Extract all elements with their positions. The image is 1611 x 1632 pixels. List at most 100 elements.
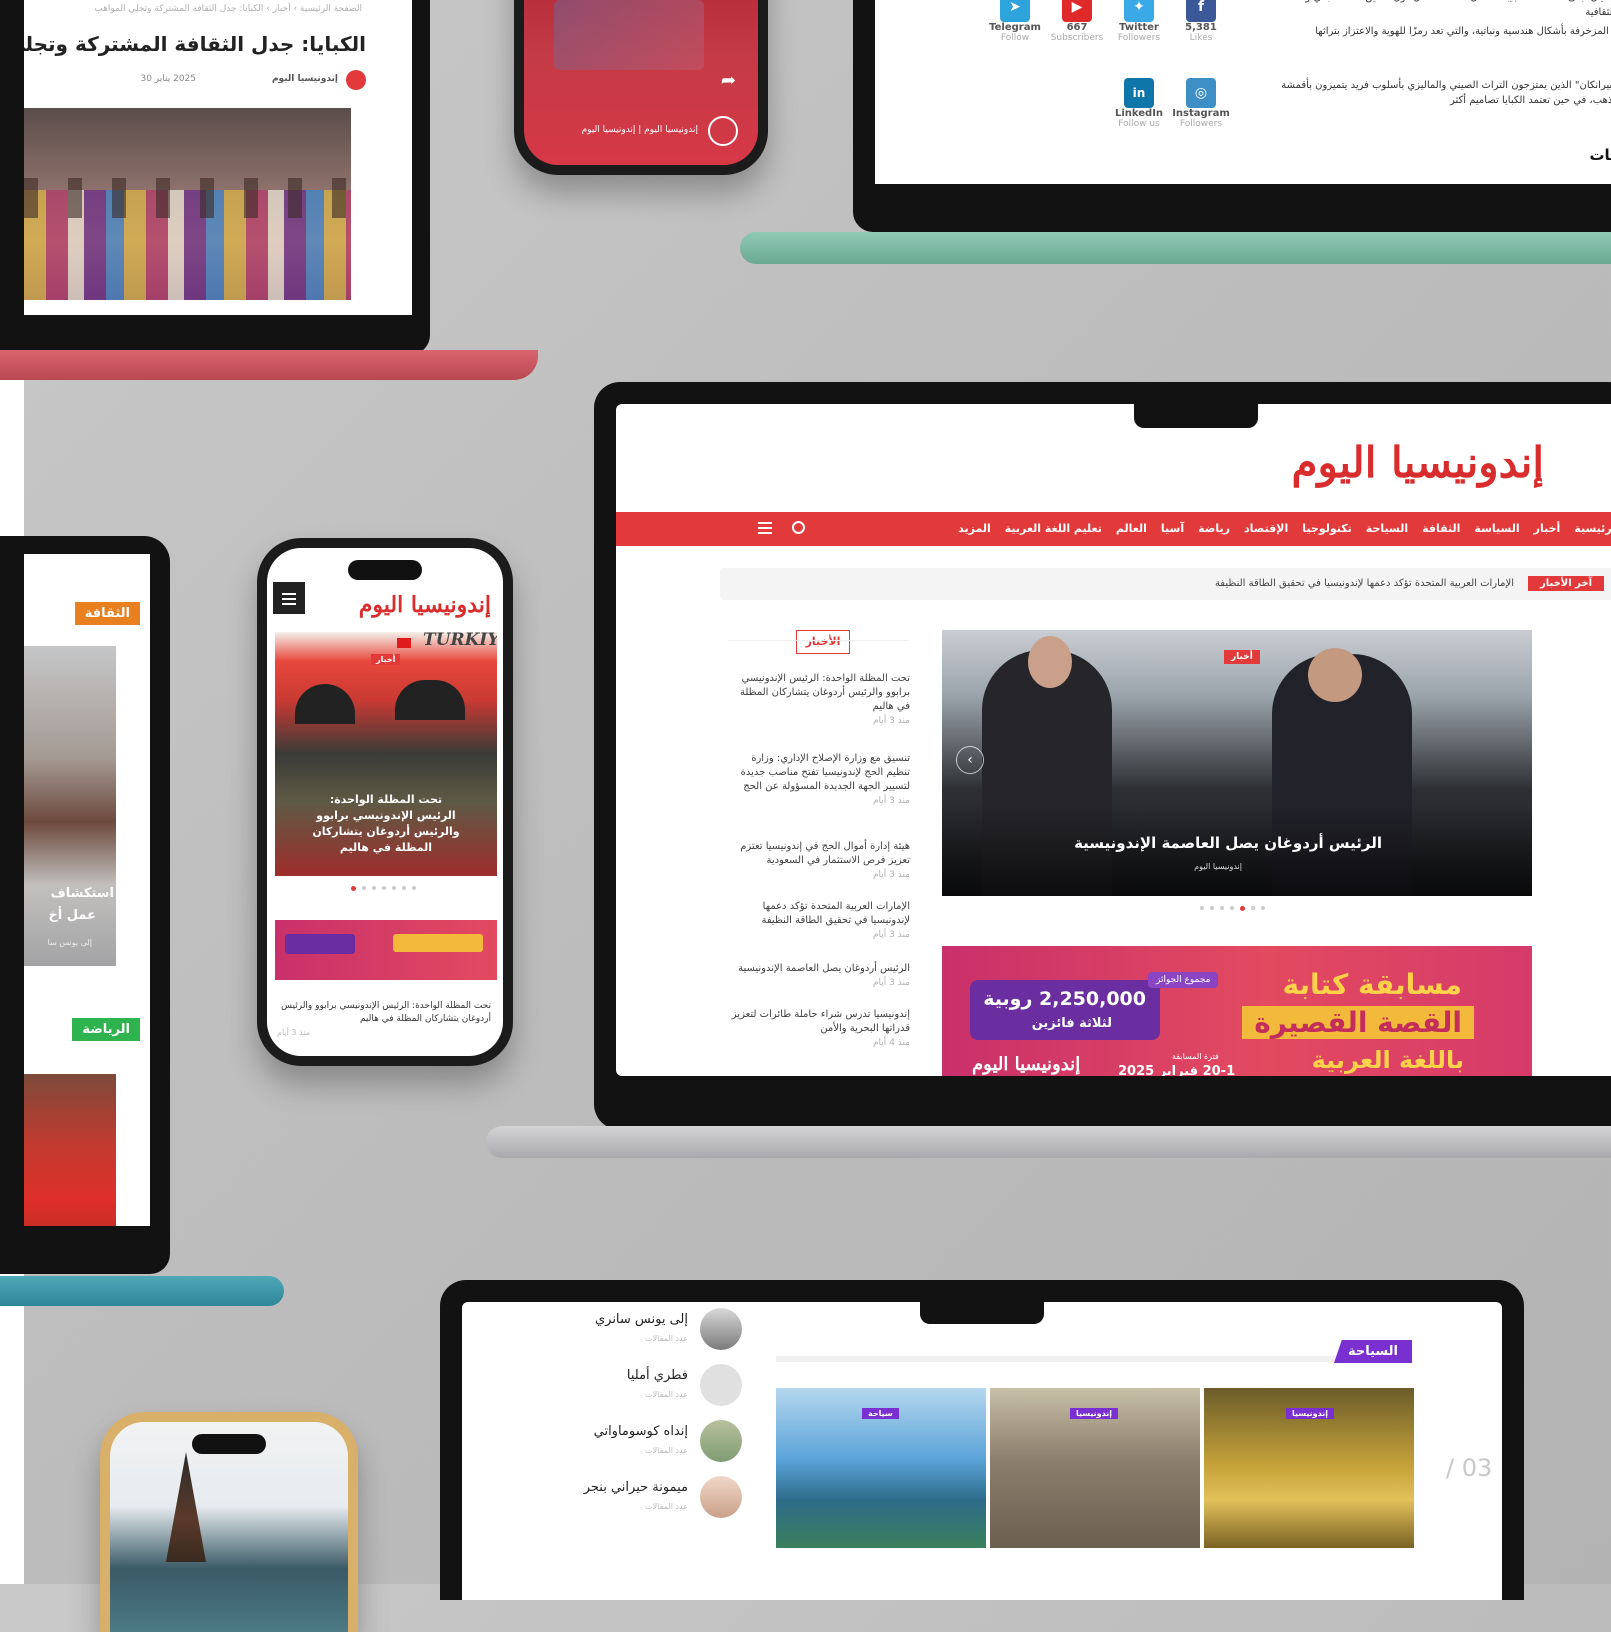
instagram-icon: ◎ — [1186, 78, 1216, 108]
camera-notch — [1134, 404, 1258, 428]
sports-image — [24, 1074, 116, 1226]
phone-banner[interactable] — [275, 920, 497, 980]
tourism-card-2[interactable]: إندونيسيا — [990, 1388, 1200, 1548]
nav-tourism[interactable]: السياحة — [1366, 512, 1408, 546]
card-badge[interactable]: إندونيسيا — [1286, 1408, 1335, 1419]
nav-technology[interactable]: تكنولوجيا — [1302, 512, 1352, 546]
slider-dots — [1200, 906, 1280, 912]
nav-sports[interactable]: رياضة — [1198, 512, 1230, 546]
avatar — [700, 1308, 742, 1350]
prize-box: 2,250,000 روبية لثلاثة فائزين — [970, 980, 1160, 1040]
linkedin-icon: in — [1124, 78, 1154, 108]
list-item[interactable]: الإمارات العربية المتحدة تؤكد دعمها لإند… — [728, 900, 910, 942]
nav-politics[interactable]: السياسة — [1474, 512, 1519, 546]
culture-image: استكشاف عمل أخ إلى يونس سا — [24, 646, 116, 966]
top-right-laptop: ➤ Telegram Follow ▶ 667 Subscribers ✦ Twit… — [853, 0, 1611, 232]
center-phone-screen: إندونيسيا اليوم TÜRKIY أخبار تحت المظلة … — [267, 548, 503, 1056]
avatar — [700, 1420, 742, 1462]
list-item[interactable]: تنسيق مع وزارة الإصلاح الإداري: وزارة تن… — [728, 752, 910, 808]
hero-caption[interactable]: الرئيس أردوغان يصل العاصمة الإندونيسية — [1074, 834, 1382, 852]
phone-hero[interactable]: TÜRKIY أخبار تحت المظلة الواحدة: الرئيس … — [275, 632, 497, 876]
facebook-icon: f — [1186, 0, 1216, 22]
phone-hero-caption: تحت المظلة الواحدة: الرئيس الإندونيسي بر… — [312, 793, 460, 854]
share-icon[interactable]: ➦ — [721, 70, 736, 91]
tourism-badge[interactable]: السياحة — [1333, 1340, 1412, 1363]
left-screen: الثقافة استكشاف عمل أخ إلى يونس سا الريا… — [24, 554, 150, 1226]
ticker-text[interactable]: الإمارات العربية المتحدة تؤكد دعمها لإند… — [1215, 578, 1514, 589]
author-row[interactable]: إنداه كوسوماواتي عدد المقالات — [572, 1420, 742, 1464]
card-badge[interactable]: سياحة — [862, 1408, 899, 1419]
article-date: 2025 يناير 30 — [140, 74, 196, 84]
banner-title-1: مسابقة كتابة — [1282, 968, 1462, 1001]
culture-badge[interactable]: الثقافة — [74, 602, 140, 625]
social-facebook[interactable]: f 5,381 Likes — [1171, 0, 1231, 43]
telegram-icon: ➤ — [1000, 0, 1030, 22]
author-row[interactable]: ميمونة حيراني بنجر عدد المقالات — [572, 1476, 742, 1520]
sports-badge[interactable]: الرياضة — [72, 1018, 140, 1041]
writing-contest-banner[interactable]: مسابقة كتابة القصة القصيرة باللغة العربي… — [942, 946, 1532, 1076]
breadcrumb: الصفحة الرئيسية › أخبار › الكبايا: جدل ا… — [94, 4, 362, 14]
phone-logo[interactable]: إندونيسيا اليوم — [359, 592, 491, 618]
author-name[interactable]: إندونيسيا اليوم — [272, 74, 338, 84]
social-youtube[interactable]: ▶ 667 Subscribers — [1047, 0, 1107, 43]
article-paragraph-1: البشرية الاحيان تبقى اتحادات العجيبة الش… — [1275, 0, 1611, 18]
left-laptop-base — [0, 1276, 284, 1306]
twitter-icon: ✦ — [1124, 0, 1154, 22]
news-ticker: آخر الأخبار الإمارات العربية المتحدة تؤك… — [720, 568, 1611, 600]
banner-title-2: القصة القصيرة — [1242, 1006, 1474, 1039]
list-item[interactable]: تحت المظلة الواحدة: الرئيس الإندونيسي بر… — [728, 672, 910, 728]
search-icon[interactable] — [792, 521, 805, 534]
tourism-card-1[interactable]: سياحة — [776, 1388, 986, 1548]
bottom-laptop: إلى يونس سانري عدد المقالات فطري أمليا ع… — [440, 1280, 1524, 1600]
social-linkedin[interactable]: in LinkedIn Follow us — [1109, 78, 1169, 129]
hero-badge[interactable]: أخبار — [1224, 650, 1260, 664]
author-name: فطري أمليا — [626, 1368, 688, 1383]
tourism-divider — [776, 1356, 1392, 1362]
nav-culture[interactable]: الثقافة — [1422, 512, 1460, 546]
nav-home[interactable]: الرئيسية — [1574, 512, 1611, 546]
camera-notch — [920, 1302, 1044, 1324]
hero-meta: إندونيسيا اليوم — [1194, 862, 1242, 871]
turkiye-text: TÜRKIY — [423, 632, 497, 650]
hero-slider[interactable]: أخبار ‹ الرئيس أردوغان يصل العاصمة الإند… — [942, 630, 1532, 896]
ticker-label: آخر الأخبار — [1527, 576, 1604, 591]
site-logo[interactable]: إندونيسيا اليوم — [1292, 438, 1544, 487]
social-instagram[interactable]: ◎ Instagram Followers — [1171, 78, 1231, 129]
dynamic-island — [192, 1434, 266, 1454]
author-row: إندونيسيا اليوم 2025 يناير 30 — [36, 70, 366, 90]
author-row[interactable]: إلى يونس سانري عدد المقالات — [572, 1308, 742, 1352]
temple-image — [166, 1452, 206, 1562]
nav-asia[interactable]: آسيا — [1161, 512, 1184, 546]
bottom-screen: إلى يونس سانري عدد المقالات فطري أمليا ع… — [462, 1302, 1502, 1600]
tourism-card-3[interactable]: إندونيسيا — [1204, 1388, 1414, 1548]
news-tab[interactable]: الأخبار — [796, 630, 850, 654]
author-name: إنداه كوسوماواتي — [593, 1424, 688, 1439]
nav-economy[interactable]: الإقتصاد — [1244, 512, 1288, 546]
nav-arabic-learning[interactable]: تعليم اللغة العربية — [1005, 512, 1102, 546]
top-left-laptop: الصفحة الرئيسية › أخبار › الكبايا: جدل ا… — [0, 0, 430, 355]
main-laptop: إندونيسيا اليوم الرئيسية أخبار السياسة ا… — [594, 382, 1611, 1130]
phone-story-text[interactable]: تحت المظلة الواحدة: الرئيس الإندونيسي بر… — [277, 1000, 491, 1026]
bottom-left-phone-screen — [110, 1422, 348, 1632]
slider-prev-icon[interactable]: ‹ — [956, 746, 984, 774]
phone-menu-icon[interactable] — [273, 582, 305, 614]
nav-world[interactable]: العالم — [1116, 512, 1147, 546]
contest-dates: 20-1 فبراير 2025 — [1118, 1064, 1236, 1076]
list-item[interactable]: إندونيسيا تدرس شراء حاملة طائرات لتعزيز … — [728, 1008, 910, 1050]
list-item[interactable]: هيئة إدارة أموال الحج في إندونيسيا تعتزم… — [728, 840, 910, 882]
social-grid: ➤ Telegram Follow ▶ 667 Subscribers ✦ Twit… — [985, 0, 1245, 142]
nav-more[interactable]: المزيد — [958, 512, 991, 546]
left-laptop: الثقافة استكشاف عمل أخ إلى يونس سا الريا… — [0, 536, 170, 1274]
social-telegram[interactable]: ➤ Telegram Follow — [985, 0, 1045, 43]
section-heading: الخلافات — [1589, 146, 1611, 164]
prize-sub: لثلاثة فائزين — [1031, 1016, 1112, 1031]
nav-news[interactable]: أخبار — [1534, 512, 1561, 546]
card-badge[interactable]: إندونيسيا — [1070, 1408, 1119, 1419]
author-meta: عدد المقالات — [645, 1446, 688, 1455]
phone-hero-badge[interactable]: أخبار — [371, 654, 401, 665]
list-item[interactable]: الرئيس أردوغان يصل العاصمة الإندونيسية من… — [728, 962, 910, 990]
phone-slider-dots — [351, 886, 421, 891]
social-twitter[interactable]: ✦ Twitter Followers — [1109, 0, 1169, 43]
prize-amount: 2,250,000 روبية — [983, 988, 1146, 1010]
author-row[interactable]: فطري أمليا عدد المقالات — [572, 1364, 742, 1408]
